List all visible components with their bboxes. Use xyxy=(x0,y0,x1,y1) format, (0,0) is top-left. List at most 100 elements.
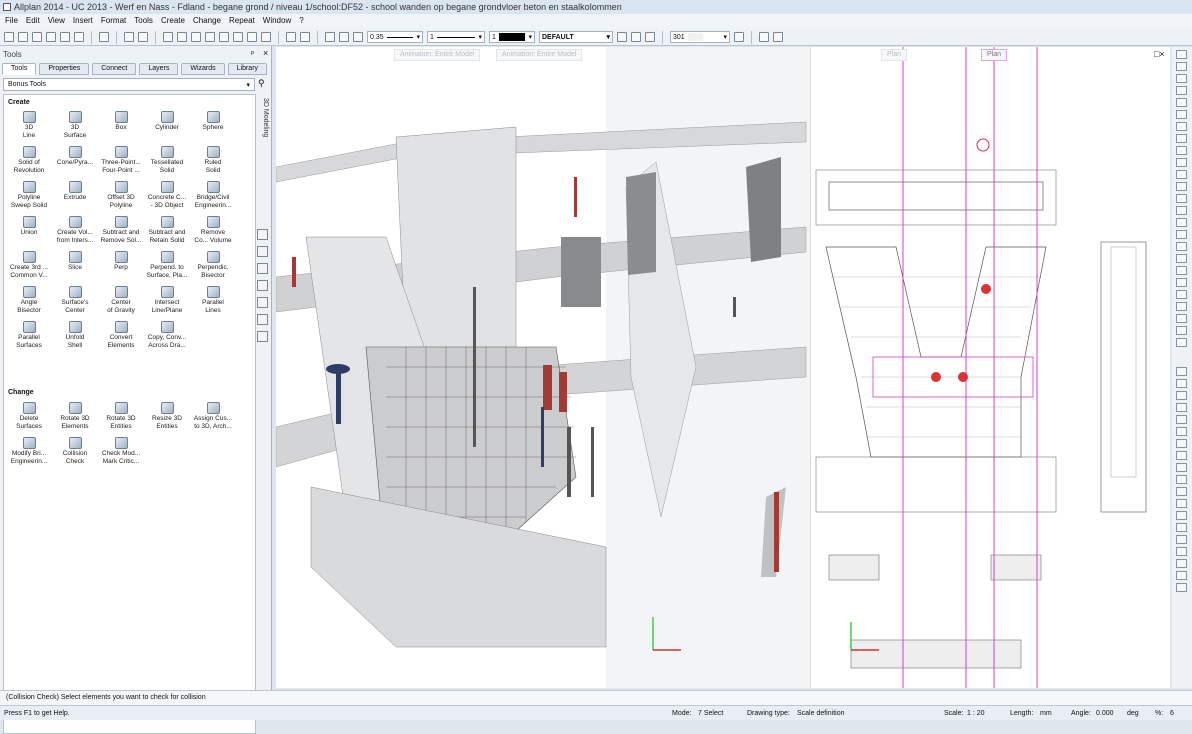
right-toolbar-icon[interactable] xyxy=(1176,158,1187,167)
move-icon[interactable] xyxy=(191,32,201,42)
right-toolbar-icon[interactable] xyxy=(1176,487,1187,496)
right-toolbar-icon[interactable] xyxy=(1176,230,1187,239)
side-icon[interactable] xyxy=(257,331,268,342)
tab-layers[interactable]: Layers xyxy=(139,63,179,75)
tool-concrete-c-3d-object[interactable]: Concrete C... - 3D Object xyxy=(144,181,190,216)
paste-icon[interactable] xyxy=(219,32,229,42)
search-icon[interactable]: ⚲ xyxy=(258,78,265,89)
tab-library[interactable]: Library xyxy=(227,63,268,75)
right-toolbar-icon[interactable] xyxy=(1176,511,1187,520)
palette-select[interactable]: Bonus Tools ▾ xyxy=(3,78,255,91)
menu-item-insert[interactable]: Insert xyxy=(73,16,93,27)
format-painter-icon[interactable] xyxy=(325,32,335,42)
right-toolbar-icon[interactable] xyxy=(1176,302,1187,311)
right-toolbar-icon[interactable] xyxy=(1176,206,1187,215)
window-icon[interactable] xyxy=(233,32,243,42)
tool-extrude[interactable]: Extrude xyxy=(52,181,98,216)
menu-item-[interactable]: ? xyxy=(299,16,303,27)
menu-item-create[interactable]: Create xyxy=(161,16,185,27)
right-toolbar-icon[interactable] xyxy=(1176,266,1187,275)
tool-perpend-to-surface-pla[interactable]: Perpend. to Surface, Pla... xyxy=(144,251,190,286)
tool-intersect-line-plane[interactable]: Intersect Line/Plane xyxy=(144,286,190,321)
tab-wizards[interactable]: Wizards xyxy=(181,63,225,75)
right-toolbar-icon[interactable] xyxy=(1176,170,1187,179)
3d-icon[interactable] xyxy=(261,32,271,42)
menu-item-edit[interactable]: Edit xyxy=(26,16,40,27)
tool-rotate-3d-elements[interactable]: Rotate 3D Elements xyxy=(52,402,98,437)
tool-unfold-shell[interactable]: Unfold Shell xyxy=(52,321,98,356)
side-icon[interactable] xyxy=(257,314,268,325)
right-toolbar-icon[interactable] xyxy=(1176,583,1187,592)
menu-item-change[interactable]: Change xyxy=(193,16,221,27)
side-icon[interactable] xyxy=(257,229,268,240)
tool-tessellated-solid[interactable]: Tessellated Solid xyxy=(144,146,190,181)
right-toolbar-icon[interactable] xyxy=(1176,379,1187,388)
right-toolbar-icon[interactable] xyxy=(1176,134,1187,143)
tab-3d-modeling[interactable]: 3D Modeling xyxy=(257,98,269,178)
close-icon[interactable]: × xyxy=(263,48,268,58)
maximize-close-icons[interactable]: □× xyxy=(1154,49,1165,59)
scale-value[interactable]: 1 : 20 xyxy=(967,710,985,717)
plan-tab[interactable]: Plan xyxy=(881,49,908,61)
right-toolbar-icon[interactable] xyxy=(1176,62,1187,71)
menu-item-view[interactable]: View xyxy=(48,16,65,27)
right-toolbar-icon[interactable] xyxy=(1176,415,1187,424)
tab-properties[interactable]: Properties xyxy=(39,63,90,75)
percent-value[interactable]: 6 xyxy=(1170,710,1174,717)
right-toolbar-icon[interactable] xyxy=(1176,110,1187,119)
cut-icon[interactable] xyxy=(205,32,215,42)
right-toolbar-icon[interactable] xyxy=(1176,427,1187,436)
right-toolbar-icon[interactable] xyxy=(1176,451,1187,460)
tool-modify-bri-engineerin[interactable]: Modify Bri... Engineerin... xyxy=(6,437,52,472)
tool-create-vol-from-inters[interactable]: Create Vol... from Inters... xyxy=(52,216,98,251)
undo-icon[interactable] xyxy=(124,32,134,42)
side-icon[interactable] xyxy=(257,297,268,308)
copy-icon[interactable] xyxy=(177,32,187,42)
tool-copy-conv-across-dra[interactable]: Copy, Conv... Across Dra... xyxy=(144,321,190,356)
tool-subtract-and-retain-solid[interactable]: Subtract and Retain Solid xyxy=(144,216,190,251)
right-toolbar-icon[interactable] xyxy=(1176,74,1187,83)
image-icon[interactable] xyxy=(99,32,109,42)
tool-ruled-solid[interactable]: Ruled Solid xyxy=(190,146,236,181)
right-toolbar-icon[interactable] xyxy=(1176,194,1187,203)
tool-check-mod-mark-critic[interactable]: Check Mod... Mark Critic... xyxy=(98,437,144,472)
menu-item-repeat[interactable]: Repeat xyxy=(229,16,255,27)
right-toolbar-icon[interactable] xyxy=(1176,254,1187,263)
right-toolbar-icon[interactable] xyxy=(1176,499,1187,508)
right-toolbar-icon[interactable] xyxy=(1176,403,1187,412)
tool-perp[interactable]: Perp xyxy=(98,251,144,286)
tool-parallel-lines[interactable]: Parallel Lines xyxy=(190,286,236,321)
tool-offset-3d-polyline[interactable]: Offset 3D Polyline xyxy=(98,181,144,216)
3d-viewport[interactable]: Animation: Entire Model Animation: Entir… xyxy=(276,47,810,688)
animation-button[interactable]: Animation: Entire Model xyxy=(394,49,481,61)
menu-item-format[interactable]: Format xyxy=(101,16,126,27)
right-toolbar-icon[interactable] xyxy=(1176,547,1187,556)
tool-3d-line[interactable]: 3D Line xyxy=(6,111,52,146)
layer-settings-icon[interactable] xyxy=(617,32,627,42)
pin-icon[interactable]: ᵖ xyxy=(251,49,254,58)
tool-subtract-and-remove-sol[interactable]: Subtract and Remove Sol... xyxy=(98,216,144,251)
tool-convert-elements[interactable]: Convert Elements xyxy=(98,321,144,356)
right-toolbar-icon[interactable] xyxy=(1176,242,1187,251)
tool-create-3rd-common-v[interactable]: Create 3rd ... Common V... xyxy=(6,251,52,286)
right-toolbar-icon[interactable] xyxy=(1176,475,1187,484)
right-toolbar-icon[interactable] xyxy=(1176,50,1187,59)
fill-icon[interactable] xyxy=(759,32,769,42)
length-value[interactable]: mm xyxy=(1040,710,1052,717)
right-toolbar-icon[interactable] xyxy=(1176,391,1187,400)
tool-assign-cus-to-3d-arch[interactable]: Assign Cus... to 3D, Arch... xyxy=(190,402,236,437)
right-toolbar-icon[interactable] xyxy=(1176,571,1187,580)
tool-union[interactable]: Union xyxy=(6,216,52,251)
tool-surface-s-center[interactable]: Surface's Center xyxy=(52,286,98,321)
right-toolbar-icon[interactable] xyxy=(1176,86,1187,95)
tab-connect[interactable]: Connect xyxy=(92,63,137,75)
tool-three-point-four-point[interactable]: Three-Point... Four-Point ... xyxy=(98,146,144,181)
layout-icon[interactable] xyxy=(247,32,257,42)
tool-solid-of-revolution[interactable]: Solid of Revolution xyxy=(6,146,52,181)
side-icon[interactable] xyxy=(257,263,268,274)
tool-center-of-gravity[interactable]: Center of Gravity xyxy=(98,286,144,321)
tool-sphere[interactable]: Sphere xyxy=(190,111,236,146)
layer-visibility-icon[interactable] xyxy=(631,32,641,42)
right-toolbar-icon[interactable] xyxy=(1176,278,1187,287)
tool-bridge-civil-engineerin[interactable]: Bridge/Civil Engineerin... xyxy=(190,181,236,216)
